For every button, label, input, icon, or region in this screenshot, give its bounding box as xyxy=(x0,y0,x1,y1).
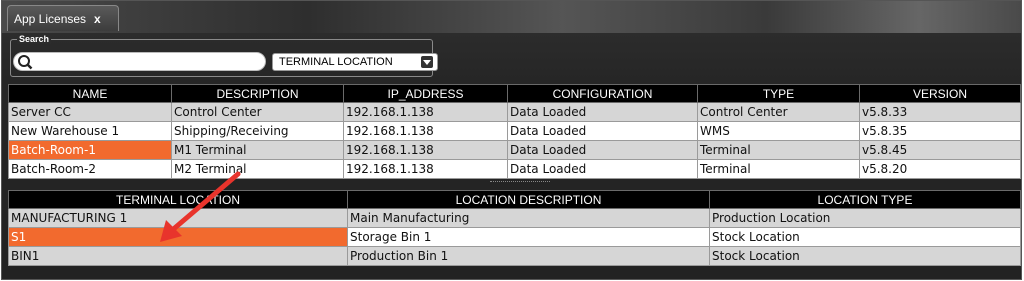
cell-type: Terminal xyxy=(697,140,860,160)
cell-location-type: Production Location xyxy=(709,208,1021,228)
search-box[interactable] xyxy=(13,52,266,71)
cell-location-description: Storage Bin 1 xyxy=(347,227,710,247)
cell-version: v5.8.35 xyxy=(859,121,1021,141)
search-filter-select[interactable]: TERMINAL LOCATION xyxy=(272,53,438,71)
col-header-location-description[interactable]: LOCATION DESCRIPTION xyxy=(347,190,710,209)
table-row-selected[interactable]: S1 Storage Bin 1 Stock Location xyxy=(8,227,1021,247)
cell-configuration: Data Loaded xyxy=(507,159,698,179)
cell-description: Control Center xyxy=(171,102,344,122)
cell-ip: 192.168.1.138 xyxy=(343,121,508,141)
col-header-location-type[interactable]: LOCATION TYPE xyxy=(709,190,1021,209)
cell-ip: 192.168.1.138 xyxy=(343,140,508,160)
tab-app-licenses[interactable]: App Licenses x xyxy=(7,5,119,31)
col-header-type[interactable]: TYPE xyxy=(697,84,860,103)
col-header-name[interactable]: NAME xyxy=(8,84,172,103)
search-icon xyxy=(18,55,33,70)
search-legend: Search xyxy=(17,34,52,44)
cell-location-description: Main Manufacturing xyxy=(347,208,710,228)
tab-bar: App Licenses x xyxy=(2,1,1021,33)
col-header-terminal-location[interactable]: TERMINAL LOCATION xyxy=(8,190,348,209)
locations-table: TERMINAL LOCATION LOCATION DESCRIPTION L… xyxy=(8,190,1021,266)
cell-name: Server CC xyxy=(8,102,172,122)
cell-type: Control Center xyxy=(697,102,860,122)
cell-name: Batch-Room-2 xyxy=(8,159,172,179)
search-filter-value: TERMINAL LOCATION xyxy=(279,56,393,68)
cell-version: v5.8.20 xyxy=(859,159,1021,179)
tab-title: App Licenses xyxy=(14,11,87,26)
cell-location-description: Production Bin 1 xyxy=(347,246,710,266)
licenses-table: NAME DESCRIPTION IP_ADDRESS CONFIGURATIO… xyxy=(8,84,1021,179)
col-header-description[interactable]: DESCRIPTION xyxy=(171,84,344,103)
table-row[interactable]: Server CC Control Center 192.168.1.138 D… xyxy=(8,102,1021,122)
table-row[interactable]: BIN1 Production Bin 1 Stock Location xyxy=(8,246,1021,266)
table-row[interactable]: MANUFACTURING 1 Main Manufacturing Produ… xyxy=(8,208,1021,228)
cell-description: M2 Terminal xyxy=(171,159,344,179)
table-row-selected[interactable]: Batch-Room-1 M1 Terminal 192.168.1.138 D… xyxy=(8,140,1021,160)
cell-ip: 192.168.1.138 xyxy=(343,102,508,122)
cell-configuration: Data Loaded xyxy=(507,102,698,122)
cell-configuration: Data Loaded xyxy=(507,140,698,160)
tab-close-button[interactable]: x xyxy=(94,12,101,26)
panel-splitter[interactable] xyxy=(490,181,550,188)
col-header-version[interactable]: VERSION xyxy=(859,84,1021,103)
cell-terminal-location: BIN1 xyxy=(8,246,348,266)
cell-location-type: Stock Location xyxy=(709,227,1021,247)
cell-configuration: Data Loaded xyxy=(507,121,698,141)
cell-version: v5.8.45 xyxy=(859,140,1021,160)
search-input[interactable] xyxy=(34,54,259,69)
table-row[interactable]: Batch-Room-2 M2 Terminal 192.168.1.138 D… xyxy=(8,159,1021,179)
chevron-down-icon[interactable] xyxy=(421,56,433,68)
cell-description: M1 Terminal xyxy=(171,140,344,160)
cell-location-type: Stock Location xyxy=(709,246,1021,266)
cell-type: WMS xyxy=(697,121,860,141)
cell-terminal-location-selected: S1 xyxy=(8,227,348,247)
search-group: Search TERMINAL LOCATION xyxy=(10,34,438,77)
cell-terminal-location: MANUFACTURING 1 xyxy=(8,208,348,228)
cell-name: New Warehouse 1 xyxy=(8,121,172,141)
cell-version: v5.8.33 xyxy=(859,102,1021,122)
cell-type: Terminal xyxy=(697,159,860,179)
cell-name-selected: Batch-Room-1 xyxy=(8,140,172,160)
col-header-ip-address[interactable]: IP_ADDRESS xyxy=(343,84,508,103)
col-header-configuration[interactable]: CONFIGURATION xyxy=(507,84,698,103)
cell-description: Shipping/Receiving xyxy=(171,121,344,141)
table-row[interactable]: New Warehouse 1 Shipping/Receiving 192.1… xyxy=(8,121,1021,141)
cell-ip: 192.168.1.138 xyxy=(343,159,508,179)
